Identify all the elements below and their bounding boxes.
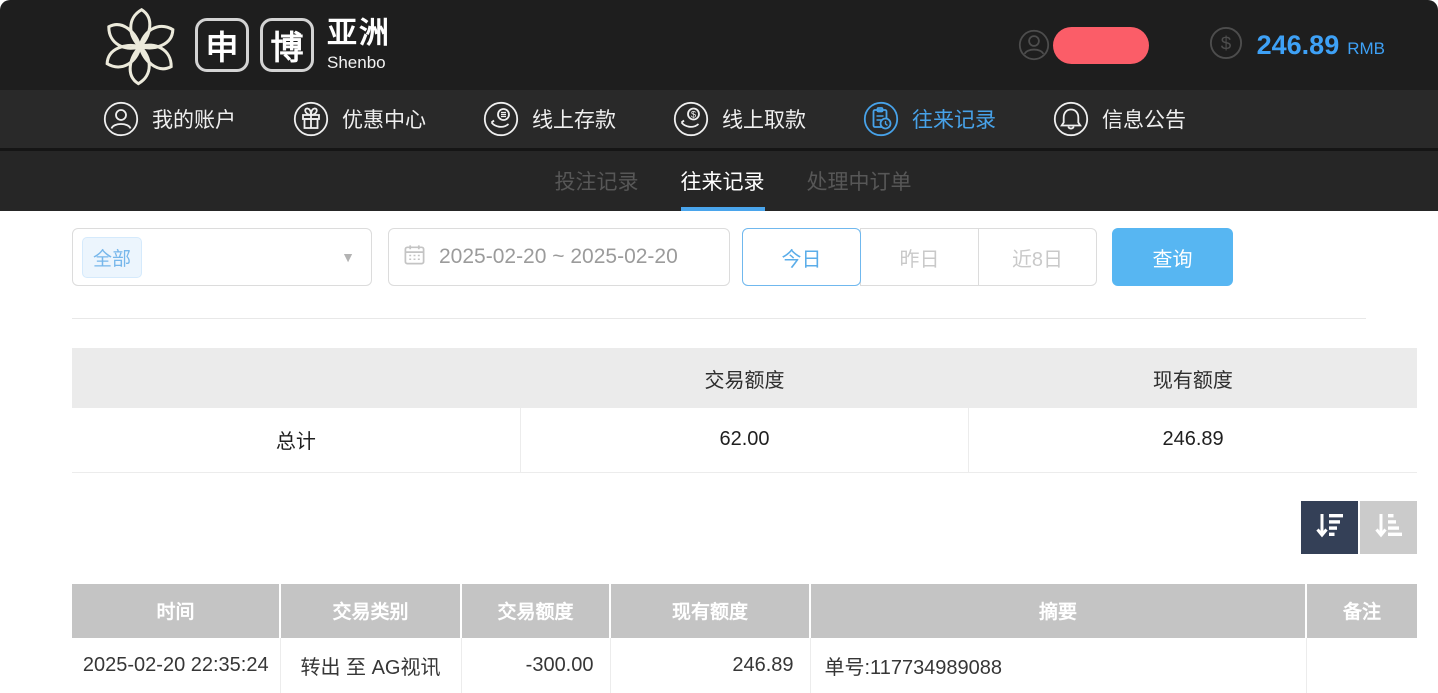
records-header-row: 时间 交易类别 交易额度 现有额度 摘要 备注 [72,584,1417,638]
balance-currency: RMB [1347,39,1385,59]
tab-pending-orders[interactable]: 处理中订单 [807,151,912,211]
nav-item-announcements[interactable]: 信息公告 [1053,101,1186,137]
nav-label: 线上存款 [532,104,616,134]
summary-total-row: 总计 62.00 246.89 [72,408,1417,472]
records-clipboard-icon [863,101,899,137]
dollar-icon: $ [1209,26,1243,65]
nav-label: 往来记录 [912,104,996,134]
col-summary: 摘要 [810,584,1306,638]
logo-char-shen: 申 [195,18,249,72]
cell-note [1306,638,1417,693]
logo-region: 亚洲 Shenbo [327,19,391,71]
main-nav: 我的账户 优惠中心 [0,90,1438,151]
sort-descending-button[interactable] [1301,501,1358,554]
sort-controls [72,501,1417,554]
nav-item-promotions[interactable]: 优惠中心 [293,101,426,137]
summary-total-balance: 246.89 [969,408,1417,472]
col-current-amount: 现有额度 [610,584,810,638]
gift-icon [293,101,329,137]
record-tabs-inner: 投注记录 往来记录 处理中订单 [555,151,912,211]
summary-header-balance: 现有额度 [969,348,1417,408]
summary-total-label: 总计 [72,408,520,472]
sort-ascending-button[interactable] [1360,501,1417,554]
logo-subtitle: Shenbo [327,54,391,71]
table-row: 2025-02-20 22:35:24 转出 至 AG视讯 -300.00 24… [72,638,1417,693]
account-icon [103,101,139,137]
chevron-down-icon: ▼ [341,249,355,265]
cell-summary: 单号:117734989088 [810,638,1306,693]
calendar-icon [403,243,426,272]
wallet-balance[interactable]: $ 246.89 RMB [1209,26,1385,65]
deposit-hand-coin-icon [483,101,519,137]
date-range-value: 2025-02-20 ~ 2025-02-20 [439,245,678,269]
logo-region-text: 亚洲 [327,19,391,49]
nav-label: 优惠中心 [342,104,426,134]
nav-label: 我的账户 [152,104,236,134]
balance-wrap: 246.89 RMB [1257,30,1385,61]
nav-item-deposit[interactable]: 线上存款 [483,101,616,137]
top-header: 申 博 亚洲 Shenbo $ [0,0,1438,90]
nav-label: 线上取款 [722,104,806,134]
cell-balance: 246.89 [610,638,810,693]
tab-betting-records[interactable]: 投注记录 [555,151,639,211]
nav-item-transaction-records[interactable]: 往来记录 [863,101,996,137]
tab-transaction-records[interactable]: 往来记录 [681,151,765,211]
page: 申 博 亚洲 Shenbo $ [0,0,1438,693]
logo-char-bo: 博 [260,18,314,72]
header-account-area: $ 246.89 RMB [1018,26,1385,65]
summary-header-transaction: 交易额度 [520,348,968,408]
col-type: 交易类别 [280,584,461,638]
summary-table: 交易额度 现有额度 总计 62.00 246.89 [72,348,1417,473]
summary-header-empty [72,348,520,408]
content: 全部 ▼ 2025-02-20 ~ 2025-02-20 今日 昨日 近8日 [0,211,1438,693]
cell-time: 2025-02-20 22:35:24 [72,638,280,693]
nav-item-my-account[interactable]: 我的账户 [103,101,236,137]
cell-type: 转出 至 AG视讯 [280,638,461,693]
flower-logo-icon [96,3,184,87]
sort-descending-icon [1314,512,1346,543]
records-table: 时间 交易类别 交易额度 现有额度 摘要 备注 2025-02-20 22:35… [72,584,1417,693]
yesterday-button[interactable]: 昨日 [860,228,979,286]
summary-header-row: 交易额度 现有额度 [72,348,1417,408]
search-button[interactable]: 查询 [1112,228,1233,286]
balance-amount: 246.89 [1257,30,1340,61]
filter-row: 全部 ▼ 2025-02-20 ~ 2025-02-20 今日 昨日 近8日 [72,228,1417,286]
col-note: 备注 [1306,584,1417,638]
nav-item-withdraw[interactable]: $ 线上取款 [673,101,806,137]
bell-icon [1053,101,1089,137]
today-button[interactable]: 今日 [742,228,861,286]
user-icon [1018,29,1050,61]
sort-ascending-icon [1373,512,1405,543]
svg-text:$: $ [1220,33,1231,54]
cell-amount: -300.00 [461,638,610,693]
record-tabs: 投注记录 往来记录 处理中订单 [0,151,1438,211]
col-transaction-amount: 交易额度 [461,584,610,638]
withdraw-hand-coin-icon: $ [673,101,709,137]
username-pill[interactable] [1053,27,1149,64]
summary-total-transaction: 62.00 [520,408,968,472]
section-divider [72,318,1366,319]
type-select[interactable]: 全部 ▼ [72,228,372,286]
date-range-input[interactable]: 2025-02-20 ~ 2025-02-20 [388,228,730,286]
last-8-days-button[interactable]: 近8日 [978,228,1097,286]
type-select-tag: 全部 [82,237,142,278]
col-time: 时间 [72,584,280,638]
nav-label: 信息公告 [1102,104,1186,134]
svg-text:$: $ [691,110,696,120]
quick-range-group: 今日 昨日 近8日 [742,228,1097,286]
brand-logo[interactable]: 申 博 亚洲 Shenbo [96,3,391,87]
